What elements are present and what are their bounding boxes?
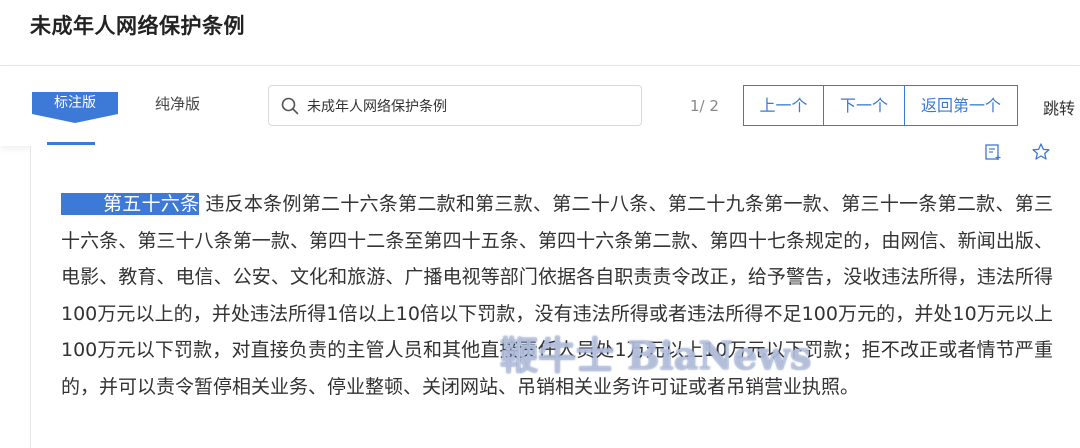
tab-annotated[interactable]: 标注版 bbox=[32, 92, 118, 123]
match-counter: 1/ 2 bbox=[690, 97, 719, 115]
page-title: 未成年人网络保护条例 bbox=[30, 14, 245, 38]
page-header: 未成年人网络保护条例 bbox=[0, 0, 1080, 66]
article-content: 第五十六条 违反本条例第二十六条第二款和第三款、第二十八条、第二十九条第一款、第三… bbox=[30, 143, 1080, 448]
next-button[interactable]: 下一个 bbox=[823, 85, 905, 126]
star-icon[interactable] bbox=[1031, 142, 1051, 162]
search-input[interactable] bbox=[307, 94, 627, 118]
search-icon[interactable] bbox=[281, 97, 299, 115]
previous-button[interactable]: 上一个 bbox=[743, 85, 824, 126]
search-box[interactable] bbox=[268, 85, 642, 126]
note-icon[interactable] bbox=[984, 143, 1002, 161]
tab-clean[interactable]: 纯净版 bbox=[155, 93, 200, 114]
tab-indicator bbox=[47, 142, 95, 145]
article-text: 违反本条例第二十六条第二款和第三款、第二十八条、第二十九条第一款、第三十一条第二… bbox=[61, 193, 1053, 398]
article-number-badge[interactable]: 第五十六条 bbox=[61, 193, 200, 215]
article-paragraph: 第五十六条 违反本条例第二十六条第二款和第三款、第二十八条、第二十九条第一款、第三… bbox=[61, 186, 1053, 405]
toolbar: 标注版 纯净版 1/ 2 上一个 下一个 返回第一个 跳转 bbox=[0, 66, 1080, 146]
back-to-first-button[interactable]: 返回第一个 bbox=[904, 85, 1018, 126]
jump-button[interactable]: 跳转 bbox=[1043, 95, 1075, 119]
